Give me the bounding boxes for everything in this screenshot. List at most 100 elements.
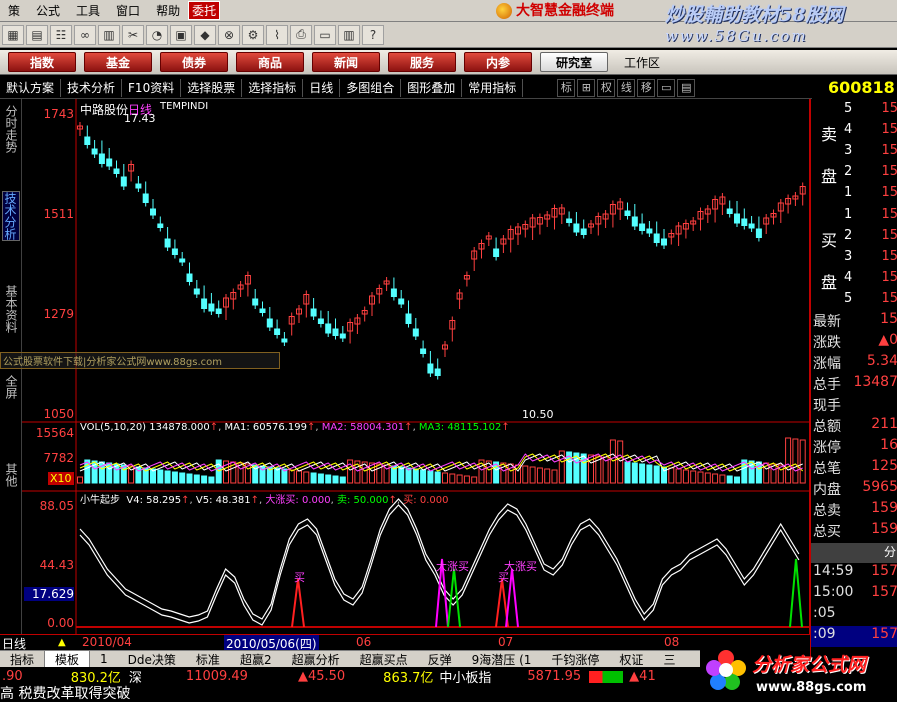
quick-button-service[interactable]: 服务 xyxy=(388,52,456,72)
tab-other[interactable]: 其他 xyxy=(2,463,20,487)
volume-bar xyxy=(317,473,324,484)
tab-chaoying2[interactable]: 超赢2 xyxy=(230,651,282,668)
tab-chaoying-buy[interactable]: 超赢买点 xyxy=(350,651,418,668)
quick-button-news[interactable]: 新闻 xyxy=(312,52,380,72)
stack-icon[interactable]: ▥ xyxy=(338,24,360,45)
status-bar-meter xyxy=(589,670,624,683)
gear-icon[interactable]: ⚙ xyxy=(242,24,264,45)
toggle-line[interactable]: 线 xyxy=(617,78,636,97)
func-daily[interactable]: 日线 xyxy=(303,78,341,97)
tab-template[interactable]: 模板 xyxy=(44,649,91,669)
func-multi-chart[interactable]: 多图组合 xyxy=(340,78,402,97)
tab-sea[interactable]: 9海潜压 (1 xyxy=(462,651,542,668)
watermark-bottom-title: 分析家公式网 xyxy=(752,654,867,676)
sell-level-num: 1 xyxy=(844,185,853,200)
chart-area[interactable]: 中路股份 日线 TEMPINDI 17.43 10.50 1743 1511 1… xyxy=(0,99,810,634)
help-icon[interactable]: ? xyxy=(362,24,384,45)
indicator-y-tick-1: 88.05 xyxy=(39,499,74,513)
panel-icon[interactable]: ▤ xyxy=(677,78,696,97)
candle xyxy=(639,223,646,231)
ma1-value: 60576.199 xyxy=(252,422,307,433)
candle xyxy=(398,298,405,305)
candle xyxy=(171,248,178,255)
tab-standard[interactable]: 标准 xyxy=(186,651,230,668)
func-overlay[interactable]: 图形叠加 xyxy=(401,78,463,97)
volume-bar xyxy=(339,476,346,484)
tab-three[interactable]: 三 xyxy=(653,651,685,668)
func-select-indicator[interactable]: 选择指标 xyxy=(242,78,304,97)
tab-fundamentals[interactable]: 基本资料 xyxy=(2,285,20,333)
quick-button-commodity[interactable]: 商品 xyxy=(236,52,304,72)
print-icon[interactable]: ⎙ xyxy=(290,24,312,45)
tab-limit-up[interactable]: 千钧涨停 xyxy=(541,651,609,668)
quick-button-fund[interactable]: 基金 xyxy=(84,52,152,72)
quick-button-bond[interactable]: 债券 xyxy=(160,52,228,72)
toggle-rights[interactable]: 权 xyxy=(597,78,616,97)
watermark-top-title: 炒股輔助教材58股网 xyxy=(665,4,844,26)
quick-button-research[interactable]: 研究室 xyxy=(540,52,608,72)
signal-label-1: 买 xyxy=(294,571,305,584)
toggle-move[interactable]: 移 xyxy=(637,78,656,97)
menu-item-trade[interactable]: 委托 xyxy=(188,1,221,20)
func-tech-analysis[interactable]: 技术分析 xyxy=(61,78,123,97)
volume-bar xyxy=(201,475,208,484)
tab-indicator[interactable]: 指标 xyxy=(0,651,44,668)
tools-icon[interactable]: ✂ xyxy=(122,24,144,45)
volume-bar xyxy=(646,464,653,484)
candle xyxy=(580,228,587,235)
link-icon[interactable]: ⊗ xyxy=(218,24,240,45)
quote-stat-value: 159 xyxy=(871,500,897,516)
pie-icon[interactable]: ◔ xyxy=(146,24,168,45)
toggle-mark[interactable]: 标 xyxy=(557,78,576,97)
ma2-label: MA2: xyxy=(321,422,347,433)
tab-rebound[interactable]: 反弹 xyxy=(418,651,462,668)
tab-dde[interactable]: Dde决策 xyxy=(118,651,186,668)
book-icon[interactable]: ▣ xyxy=(170,24,192,45)
sell-level-row: 3 15 xyxy=(811,143,897,164)
sell-level-num: 2 xyxy=(844,164,853,179)
chart-bar-icon[interactable]: ▥ xyxy=(98,24,120,45)
workspace-label[interactable]: 工作区 xyxy=(624,54,660,71)
tab-1[interactable]: 1 xyxy=(90,652,118,666)
volume-bar xyxy=(412,468,419,484)
quote-stat-row: 总额 211 xyxy=(811,416,897,437)
tab-warrant[interactable]: 权证 xyxy=(609,651,653,668)
quote-stat-value: ▲0 xyxy=(878,332,897,348)
chart-line-icon[interactable]: ⌇ xyxy=(266,24,288,45)
tab-tech-analysis[interactable]: 技术分析 xyxy=(2,191,20,241)
menu-item-formula[interactable]: 公式 xyxy=(28,2,68,19)
tick-time: :05 xyxy=(813,605,836,621)
quick-button-index[interactable]: 指数 xyxy=(8,52,76,72)
menu-item-strategy[interactable]: 策 xyxy=(0,2,28,19)
candle xyxy=(412,328,419,337)
volume-bar xyxy=(171,471,178,484)
buy-level-row: 5 15 xyxy=(811,291,897,312)
grid-icon[interactable]: ▤ xyxy=(26,24,48,45)
func-f10[interactable]: F10资料 xyxy=(122,78,182,97)
volume-unit: X10 xyxy=(48,472,74,485)
menu-item-help[interactable]: 帮助 xyxy=(148,2,188,19)
tab-fullscreen[interactable]: 全屏 xyxy=(2,375,20,399)
quick-button-insider[interactable]: 内参 xyxy=(464,52,532,72)
func-select-stock[interactable]: 选择股票 xyxy=(181,78,243,97)
crosshair-icon[interactable]: ⊞ xyxy=(577,78,596,97)
window-icon[interactable]: ▭ xyxy=(314,24,336,45)
tab-intraday[interactable]: 分时走势 xyxy=(2,105,20,153)
volume-bar xyxy=(186,473,193,484)
quote-stat-row: 涨跌 ▲0 xyxy=(811,332,897,353)
tab-chaoying-analysis[interactable]: 超赢分析 xyxy=(282,651,350,668)
candle xyxy=(573,223,580,233)
menu-item-window[interactable]: 窗口 xyxy=(108,2,148,19)
window-icon[interactable]: ▭ xyxy=(657,78,676,97)
binoculars-icon[interactable]: ∞ xyxy=(74,24,96,45)
users-icon[interactable]: ☷ xyxy=(50,24,72,45)
func-default-scheme[interactable]: 默认方案 xyxy=(0,78,62,97)
quote-stat-row: 涨幅 5.34 xyxy=(811,353,897,374)
volume-bar xyxy=(799,439,806,484)
quote-stat-row: 最新 15 xyxy=(811,311,897,332)
menu-item-tools[interactable]: 工具 xyxy=(68,2,108,19)
func-common-indicators[interactable]: 常用指标 xyxy=(462,78,524,97)
sell-level-row: 4 15 xyxy=(811,122,897,143)
diamond-icon[interactable]: ◆ xyxy=(194,24,216,45)
flag-icon[interactable]: ▦ xyxy=(2,24,24,45)
